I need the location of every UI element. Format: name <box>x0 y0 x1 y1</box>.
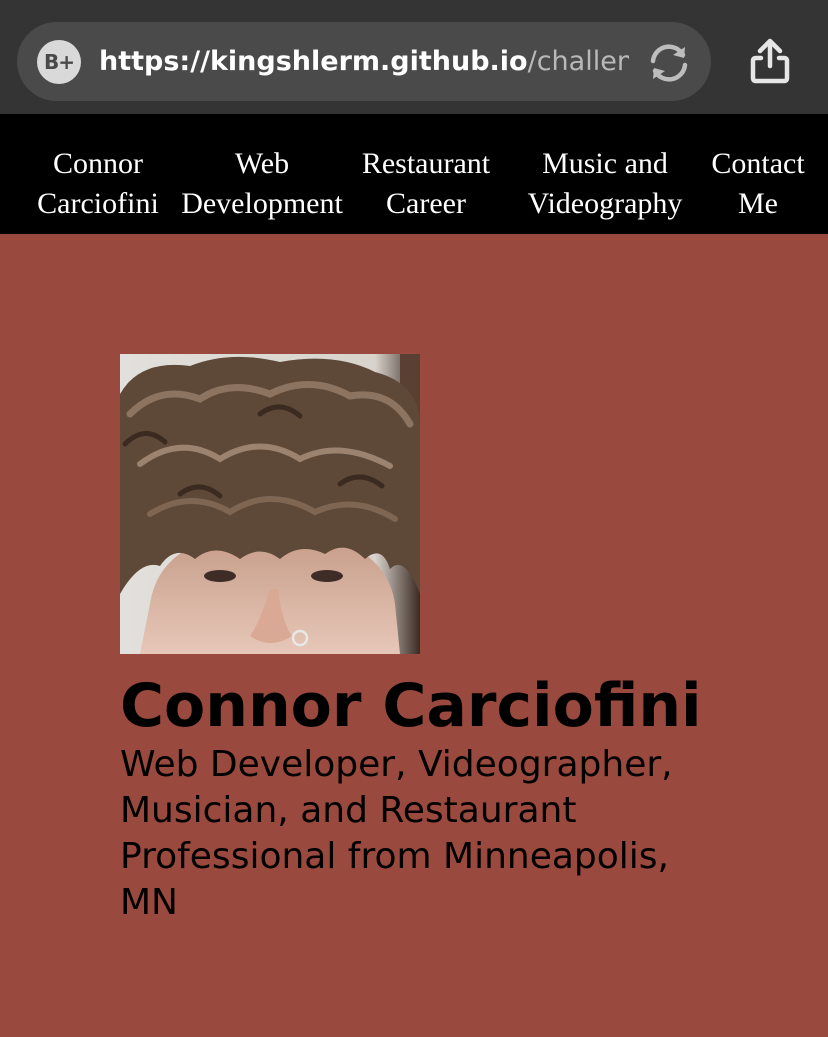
bplus-icon[interactable]: B+ <box>37 40 81 84</box>
nav-item-label-line1: Music and <box>542 147 668 180</box>
reload-icon[interactable] <box>645 39 693 87</box>
nav-item-label-line2: Carciofini <box>37 187 159 220</box>
nav-item-connor-carciofini[interactable]: Connor Carciofini <box>32 144 164 224</box>
nav-item-label-line1: Restaurant <box>361 147 491 180</box>
url-text[interactable]: https://kingshlerm.github.io/challen... <box>99 40 629 84</box>
nav-item-label-line1: Contact <box>711 147 805 180</box>
hero-name: Connor Carciofini <box>120 671 702 741</box>
nav-item-label-line2: Videography <box>527 187 683 220</box>
nav-item-restaurant-career[interactable]: Restaurant Career <box>355 144 497 224</box>
nav-item-label-line2: Development <box>181 187 343 220</box>
url-path: /challen... <box>527 46 629 77</box>
nav-item-label-line1: Web <box>234 147 290 180</box>
url-host: https://kingshlerm.github.io <box>99 46 528 77</box>
profile-photo <box>120 354 420 654</box>
address-bar[interactable]: B+ https://kingshlerm.github.io/challen.… <box>17 22 711 101</box>
nav-item-label-line2: Career <box>386 187 466 220</box>
nav-item-contact-me[interactable]: Contact Me <box>706 144 810 224</box>
nav-item-label-line2: Me <box>738 187 778 220</box>
nav-item-label-line1: Connor <box>53 147 143 180</box>
nav-item-web-development[interactable]: Web Development <box>174 144 350 224</box>
hero-tagline: Web Developer, Videographer, Musician, a… <box>120 744 673 923</box>
site-nav: Connor Carciofini Web Development Restau… <box>0 114 828 234</box>
browser-toolbar: B+ https://kingshlerm.github.io/challen.… <box>0 0 828 114</box>
share-icon[interactable] <box>744 36 796 88</box>
nav-item-music-and-videography[interactable]: Music and Videography <box>520 144 690 224</box>
